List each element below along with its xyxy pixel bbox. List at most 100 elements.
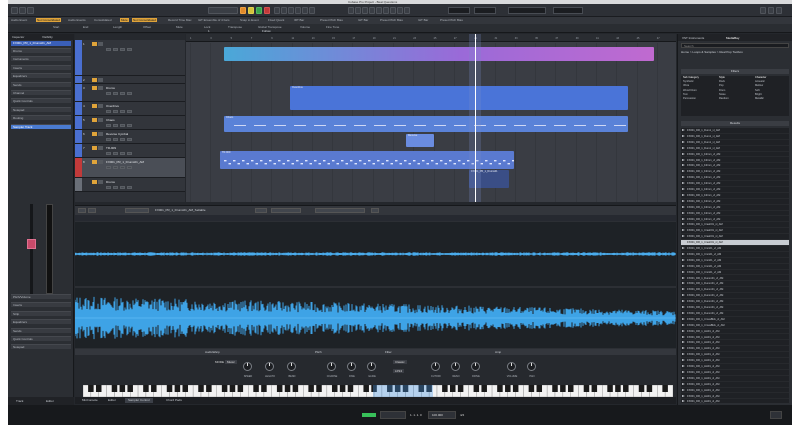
play-icon[interactable] [682,329,685,332]
rewind-button[interactable] [281,7,287,14]
play-icon[interactable] [682,223,685,226]
play-icon[interactable] [682,170,685,173]
play-icon[interactable] [682,400,685,403]
play-icon[interactable] [682,134,685,137]
track-row[interactable]: 8 FX001_PR_1_Drums01_AM [75,158,185,178]
volume-fader-track[interactable] [30,204,33,294]
results-section-header[interactable]: Results [681,121,789,126]
play-icon[interactable] [682,211,685,214]
touch-mode-selector[interactable] [208,7,238,14]
result-item[interactable]: FX001_DR_1_HH01_vl_AM [681,399,789,403]
track-control-button[interactable] [113,48,118,51]
track-name[interactable]: Reverse Cymbal [106,132,128,136]
inspector-section[interactable]: Sends [11,81,71,87]
object-select-tool[interactable] [348,7,354,14]
sampler-knob[interactable] [527,362,536,371]
play-icon[interactable] [682,182,685,185]
play-icon[interactable] [682,199,685,202]
play-icon[interactable] [682,347,685,350]
track-control-button[interactable] [113,110,118,113]
sampler-knob[interactable] [265,362,274,371]
tab-editor[interactable]: Editor [46,399,54,403]
track-control-button[interactable] [120,48,125,51]
play-icon[interactable] [682,188,685,190]
play-icon[interactable] [682,158,685,161]
play-icon[interactable] [682,264,685,267]
inspector-section[interactable]: Quick Controls [11,336,71,341]
track-name[interactable]: TR-909 [106,146,116,150]
inspector-section[interactable]: Drums [11,48,71,53]
track-control-button[interactable] [120,186,125,189]
section-audiowarp[interactable]: AudioWarp [205,350,220,354]
inspector-section[interactable]: Equalizers [11,73,71,79]
editor-tool-button[interactable] [78,208,86,213]
draw-tool[interactable] [397,7,403,14]
play-icon[interactable] [682,270,685,273]
sampler-knob[interactable] [347,362,356,371]
info-value-lock[interactable]: 1 [208,29,210,33]
track-control-button[interactable] [120,138,125,141]
inspector-section[interactable]: Routing [11,115,71,121]
filter-type-selector[interactable]: Classic [393,360,407,364]
solo-button[interactable] [248,7,254,14]
play-icon[interactable] [682,288,685,291]
audio-event[interactable]: Overdrive [290,86,628,110]
signature-display[interactable]: 4/4 [460,413,464,417]
quantize-field[interactable] [508,7,546,14]
vst-instruments-button[interactable] [776,7,782,14]
transport-buttons[interactable] [380,411,406,419]
track-name[interactable]: Drums [106,86,115,90]
track-row[interactable]: Drums [75,178,185,192]
editor-snap-button[interactable] [125,208,149,213]
track-control-button[interactable] [127,152,132,155]
ruler[interactable]: 1357911131517192123252729313335373941434… [186,34,676,42]
go-to-start-button[interactable] [274,7,280,14]
position-display[interactable]: 1. 1. 1. 0 [410,413,422,417]
grid-type-field[interactable] [474,7,496,14]
read-automation-button[interactable] [256,7,262,14]
track-control-button[interactable] [127,110,132,113]
stop-button[interactable] [295,7,301,14]
play-icon[interactable] [682,365,685,367]
track-control-button[interactable] [113,124,118,127]
inspector-section[interactable]: Strip [11,310,71,316]
play-icon[interactable] [682,394,685,397]
track-row[interactable]: 7 TR-909 [75,144,185,158]
inspector-section[interactable]: Inserts [11,302,71,308]
play-icon[interactable] [682,176,685,179]
tab-visibility[interactable]: Visibility [42,35,53,39]
inspector-section[interactable]: Notepad [11,344,71,350]
play-tool[interactable] [404,7,410,14]
track-row[interactable]: 4 Overdrive [75,102,185,116]
play-icon[interactable] [682,252,685,255]
volume-fader-handle[interactable] [27,239,36,249]
sampler-knob[interactable] [471,362,480,371]
track-row[interactable]: 5 Chaos [75,116,185,130]
editor-option-button[interactable] [315,208,365,213]
audio-event[interactable] [224,47,654,61]
play-icon[interactable] [682,140,685,143]
play-icon[interactable] [682,323,685,326]
track-control-button[interactable] [127,48,132,51]
solo-button[interactable] [98,132,103,136]
track-row[interactable]: 2 [75,76,185,84]
play-icon[interactable] [682,205,685,208]
sampler-knob[interactable] [507,362,516,371]
mute-button[interactable] [92,180,97,184]
mediabay-path[interactable]: Home > Loops & Samples > Real Pop Toolbo… [681,50,743,54]
filter-item[interactable]: Percussion [683,97,699,101]
sampler-knob[interactable] [431,362,440,371]
track-control-button[interactable] [120,92,125,95]
record-button[interactable] [309,7,315,14]
project-cursor[interactable] [475,34,476,202]
window-layout-button[interactable] [760,7,766,14]
mediabay-search-input[interactable]: Search [681,43,789,48]
play-icon[interactable] [682,376,685,379]
solo-button[interactable] [98,78,103,82]
play-icon[interactable] [682,335,685,338]
sampler-knob[interactable] [287,362,296,371]
audio-event[interactable]: Reverse [406,134,434,147]
play-icon[interactable] [682,276,685,279]
play-icon[interactable] [682,217,685,220]
mute-button[interactable] [92,160,97,164]
